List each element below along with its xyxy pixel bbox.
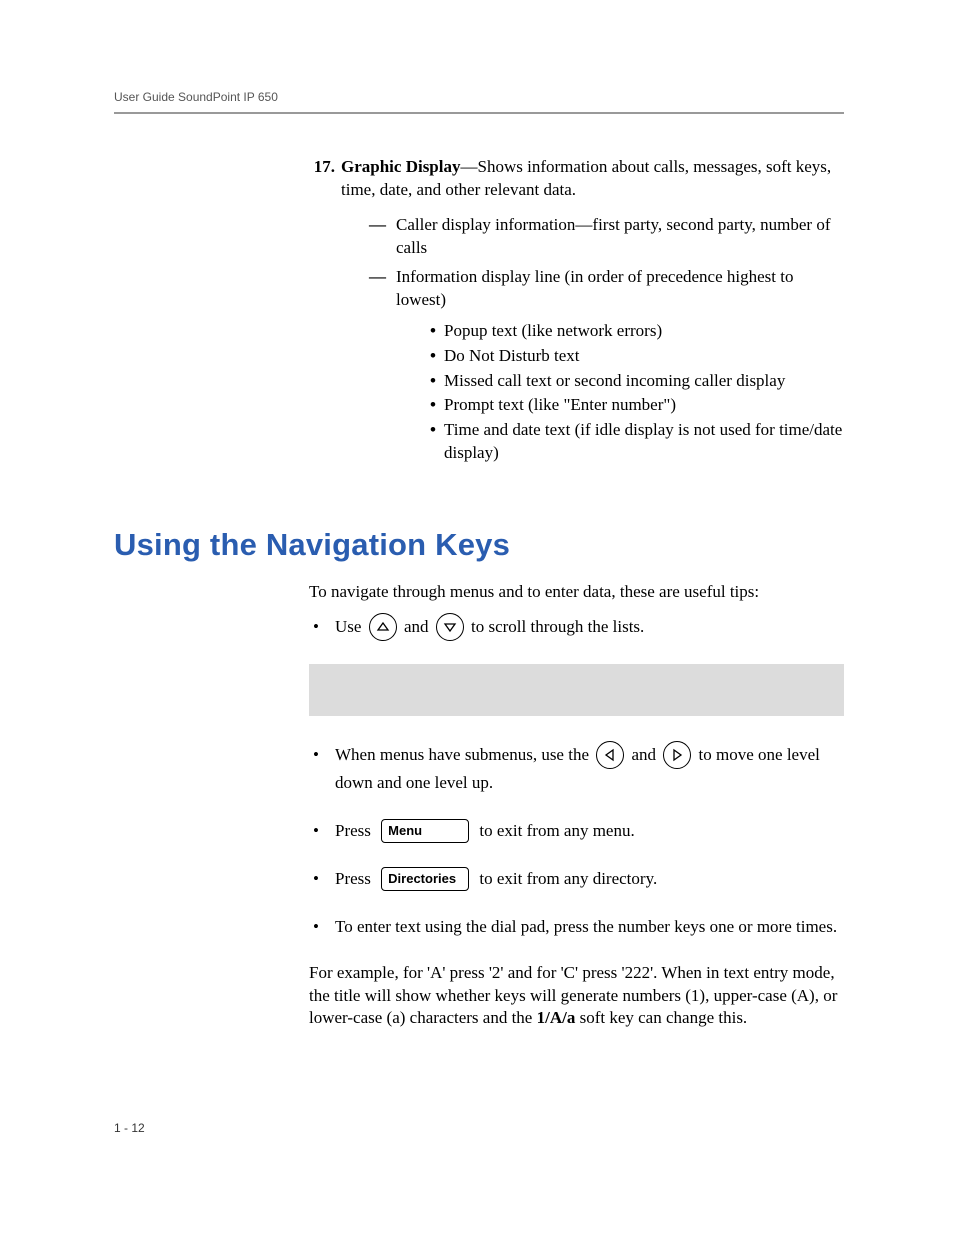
bullet-item: Time and date text (if idle display is n… bbox=[430, 419, 844, 465]
tip-item: Press Directories to exit from any direc… bbox=[309, 866, 844, 892]
list-item-17: 17. Graphic Display—Shows information ab… bbox=[309, 156, 844, 473]
up-arrow-icon bbox=[369, 613, 397, 641]
dash-item: Information display line (in order of pr… bbox=[396, 267, 793, 309]
example-text: soft key can change this. bbox=[575, 1008, 747, 1027]
section-heading: Using the Navigation Keys bbox=[114, 527, 844, 563]
tip-text: Use bbox=[335, 617, 366, 636]
item-number: 17. bbox=[309, 156, 335, 473]
tip-text: to exit from any directory. bbox=[479, 869, 657, 888]
note-placeholder bbox=[309, 664, 844, 716]
item-lead: Graphic Display bbox=[341, 157, 461, 176]
tip-text: When menus have submenus, use the bbox=[335, 745, 593, 764]
example-paragraph: For example, for 'A' press '2' and for '… bbox=[309, 962, 844, 1031]
tip-text: and bbox=[404, 617, 433, 636]
button-label: Menu bbox=[388, 821, 422, 841]
tip-item: To enter text using the dial pad, press … bbox=[309, 914, 844, 940]
tip-item: Use and to scroll through the lists. bbox=[309, 614, 844, 642]
bullet-item: Popup text (like network errors) bbox=[430, 320, 844, 343]
bullet-item: Do Not Disturb text bbox=[430, 345, 844, 368]
tip-item: When menus have submenus, use the and to… bbox=[309, 742, 844, 796]
tip-text: to scroll through the lists. bbox=[471, 617, 644, 636]
button-label: Directories bbox=[388, 869, 456, 889]
tip-text: to exit from any menu. bbox=[479, 821, 634, 840]
tip-text: and bbox=[632, 745, 661, 764]
tip-text: Press bbox=[335, 869, 375, 888]
down-arrow-icon bbox=[436, 613, 464, 641]
menu-button-icon: Menu bbox=[381, 819, 469, 843]
tip-text: Press bbox=[335, 821, 375, 840]
intro-paragraph: To navigate through menus and to enter d… bbox=[309, 581, 844, 604]
bullet-item: Prompt text (like "Enter number") bbox=[430, 394, 844, 417]
directories-button-icon: Directories bbox=[381, 867, 469, 891]
right-arrow-icon bbox=[663, 741, 691, 769]
dash-item: Caller display information—first party, … bbox=[396, 214, 844, 260]
page-header: User Guide SoundPoint IP 650 bbox=[114, 90, 844, 114]
softkey-label: 1/A/a bbox=[537, 1008, 576, 1027]
bullet-item: Missed call text or second incoming call… bbox=[430, 370, 844, 393]
left-arrow-icon bbox=[596, 741, 624, 769]
page-number: 1 - 12 bbox=[114, 1121, 145, 1135]
tip-item: Press Menu to exit from any menu. bbox=[309, 818, 844, 844]
